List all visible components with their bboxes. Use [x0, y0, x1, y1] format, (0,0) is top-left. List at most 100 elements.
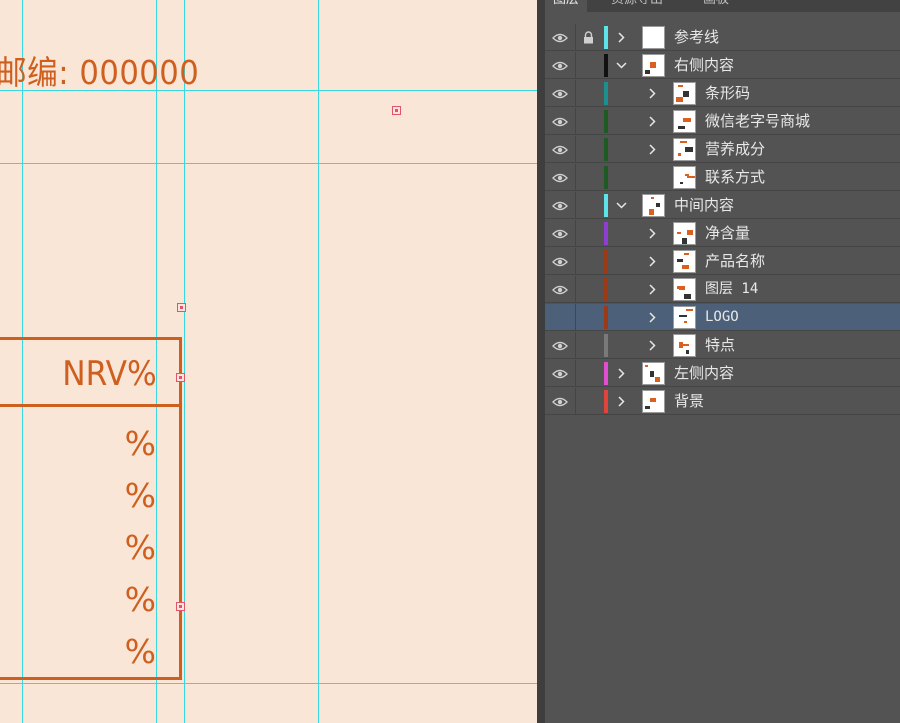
percent-cell[interactable]: %: [125, 424, 156, 463]
layer-row[interactable]: 条形码: [545, 80, 900, 107]
chevron-right-icon[interactable]: [615, 360, 627, 387]
visibility-eye-icon[interactable]: [547, 52, 573, 79]
visibility-eye-icon[interactable]: [547, 276, 573, 303]
visibility-eye-icon[interactable]: [547, 80, 573, 107]
lock-icon[interactable]: [575, 136, 601, 163]
postal-code-text[interactable]: 邮编: 000000: [0, 46, 199, 94]
layer-row[interactable]: 图层 14: [545, 276, 900, 303]
layer-name[interactable]: 左侧内容: [674, 360, 734, 387]
layer-thumbnail: [673, 278, 696, 301]
layer-name[interactable]: 中间内容: [674, 192, 734, 219]
layer-name[interactable]: 背景: [674, 388, 704, 415]
layer-name[interactable]: LOGO: [705, 304, 739, 331]
chevron-down-icon[interactable]: [615, 52, 627, 79]
layer-color-tag: [604, 26, 608, 49]
chevron-right-icon[interactable]: [646, 136, 658, 163]
layer-row[interactable]: 净含量: [545, 220, 900, 247]
tab-artboards[interactable]: 画板: [695, 0, 737, 12]
tab-layers[interactable]: 图层: [545, 0, 588, 12]
lock-icon[interactable]: [575, 80, 601, 107]
layer-thumbnail: [673, 166, 696, 189]
chevron-right-icon[interactable]: [615, 24, 627, 51]
layer-color-tag: [604, 250, 608, 273]
lock-icon[interactable]: [575, 192, 601, 219]
layer-row[interactable]: 特点: [545, 332, 900, 359]
layer-row[interactable]: 左侧内容: [545, 360, 900, 387]
lock-icon[interactable]: [575, 164, 601, 191]
layer-thumbnail: [673, 82, 696, 105]
lock-icon[interactable]: [575, 108, 601, 135]
layer-row[interactable]: 参考线: [545, 24, 900, 51]
visibility-eye-icon[interactable]: [547, 388, 573, 415]
tab-asset-export[interactable]: 资源导出: [603, 0, 671, 12]
layer-name[interactable]: 联系方式: [705, 164, 765, 191]
layer-name[interactable]: 特点: [705, 332, 735, 359]
anchor-point[interactable]: [177, 303, 186, 312]
visibility-eye-icon[interactable]: [547, 304, 573, 331]
percent-cell[interactable]: %: [125, 632, 156, 671]
layer-row[interactable]: LOGO: [545, 304, 900, 331]
table-header-divider: [0, 404, 182, 407]
layer-name[interactable]: 参考线: [674, 24, 719, 51]
chevron-down-icon[interactable]: [615, 192, 627, 219]
layer-row[interactable]: 背景: [545, 388, 900, 415]
layer-row[interactable]: 联系方式: [545, 164, 900, 191]
vertical-guide[interactable]: [184, 0, 185, 723]
anchor-point[interactable]: [392, 106, 401, 115]
chevron-right-icon[interactable]: [646, 108, 658, 135]
layer-name[interactable]: 条形码: [705, 80, 750, 107]
lock-icon[interactable]: [575, 24, 601, 51]
visibility-eye-icon[interactable]: [547, 164, 573, 191]
percent-cell[interactable]: %: [125, 476, 156, 515]
lock-icon[interactable]: [575, 52, 601, 79]
chevron-right-icon[interactable]: [646, 248, 658, 275]
visibility-eye-icon[interactable]: [547, 192, 573, 219]
layer-name[interactable]: 右侧内容: [674, 52, 734, 79]
nrv-header-text[interactable]: NRV%: [62, 354, 157, 394]
layer-row[interactable]: 中间内容: [545, 192, 900, 219]
layer-name[interactable]: 净含量: [705, 220, 750, 247]
layer-name[interactable]: 产品名称: [705, 248, 765, 275]
lock-icon[interactable]: [575, 276, 601, 303]
layer-name[interactable]: 微信老字号商城: [705, 108, 810, 135]
lock-icon[interactable]: [575, 388, 601, 415]
chevron-right-icon[interactable]: [646, 220, 658, 247]
visibility-eye-icon[interactable]: [547, 108, 573, 135]
visibility-eye-icon[interactable]: [547, 332, 573, 359]
layer-thumbnail: [673, 138, 696, 161]
layer-color-tag: [604, 222, 608, 245]
layer-thumbnail: [642, 390, 665, 413]
percent-cell[interactable]: %: [125, 580, 156, 619]
visibility-eye-icon[interactable]: [547, 360, 573, 387]
layer-row[interactable]: 产品名称: [545, 248, 900, 275]
layer-row[interactable]: 营养成分: [545, 136, 900, 163]
visibility-eye-icon[interactable]: [547, 248, 573, 275]
visibility-eye-icon[interactable]: [547, 136, 573, 163]
anchor-point[interactable]: [176, 373, 185, 382]
horizontal-guide[interactable]: [0, 163, 537, 164]
visibility-eye-icon[interactable]: [547, 220, 573, 247]
vertical-guide[interactable]: [318, 0, 319, 723]
layer-name[interactable]: 图层 14: [705, 276, 758, 303]
panel-tab-bar: 图层 资源导出 画板: [545, 0, 900, 12]
layer-name[interactable]: 营养成分: [705, 136, 765, 163]
visibility-eye-icon[interactable]: [547, 24, 573, 51]
artboard-canvas[interactable]: 邮编: 000000 NRV% % % % % %: [0, 0, 537, 723]
anchor-point[interactable]: [176, 602, 185, 611]
horizontal-guide[interactable]: [0, 683, 537, 684]
layer-row[interactable]: 微信老字号商城: [545, 108, 900, 135]
lock-icon[interactable]: [575, 304, 601, 331]
layer-thumbnail: [673, 250, 696, 273]
percent-cell[interactable]: %: [125, 528, 156, 567]
panel-divider[interactable]: [537, 0, 545, 723]
chevron-right-icon[interactable]: [646, 80, 658, 107]
chevron-right-icon[interactable]: [646, 304, 658, 331]
chevron-right-icon[interactable]: [615, 388, 627, 415]
lock-icon[interactable]: [575, 332, 601, 359]
lock-icon[interactable]: [575, 248, 601, 275]
lock-icon[interactable]: [575, 220, 601, 247]
layer-row[interactable]: 右侧内容: [545, 52, 900, 79]
lock-icon[interactable]: [575, 360, 601, 387]
chevron-right-icon[interactable]: [646, 276, 658, 303]
chevron-right-icon[interactable]: [646, 332, 658, 359]
